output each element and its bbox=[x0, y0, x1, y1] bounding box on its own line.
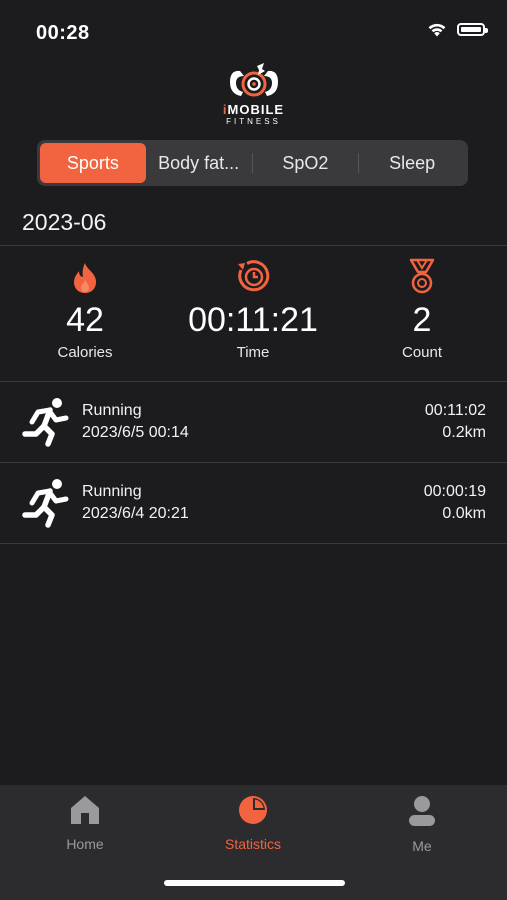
logo-text-fitness: FITNESS bbox=[226, 117, 281, 126]
activity-name: Running bbox=[82, 402, 142, 419]
home-indicator[interactable] bbox=[164, 880, 345, 886]
calories-value: 42 bbox=[66, 301, 104, 339]
month-label[interactable]: 2023-06 bbox=[22, 209, 106, 236]
category-segmented-control: Sports Body fat... SpO2 Sleep bbox=[37, 140, 468, 186]
status-time: 00:28 bbox=[36, 22, 90, 44]
time-value: 00:11:21 bbox=[188, 301, 318, 339]
activity-date: 2023/6/5 00:14 bbox=[82, 424, 189, 441]
time-label: Time bbox=[236, 344, 270, 361]
segment-body-fat[interactable]: Body fat... bbox=[146, 143, 252, 183]
activity-distance: 0.0km bbox=[442, 505, 486, 522]
medal-icon bbox=[409, 258, 435, 294]
activity-row[interactable]: Running 2023/6/5 00:14 00:11:02 0.2km bbox=[0, 382, 507, 463]
summary-stats: 42 Calories 00:11:21 Time 2 Count bbox=[0, 256, 507, 366]
segment-spo2[interactable]: SpO2 bbox=[253, 143, 359, 183]
stat-time: 00:11:21 Time bbox=[168, 256, 338, 361]
home-icon bbox=[71, 796, 99, 824]
app-logo: iMOBILE FITNESS bbox=[0, 62, 507, 127]
logo-text-mobile: MOBILE bbox=[227, 102, 285, 117]
flame-icon bbox=[74, 263, 96, 293]
count-label: Count bbox=[401, 344, 443, 361]
activity-row[interactable]: Running 2023/6/4 20:21 00:00:19 0.0km bbox=[0, 463, 507, 544]
stat-count: 2 Count bbox=[337, 256, 507, 361]
tab-statistics-label: Statistics bbox=[224, 836, 281, 852]
runner-icon bbox=[22, 398, 69, 447]
tab-home-label: Home bbox=[66, 836, 104, 852]
tab-me[interactable]: Me bbox=[362, 795, 482, 854]
activity-date: 2023/6/4 20:21 bbox=[82, 505, 189, 522]
calories-label: Calories bbox=[57, 344, 113, 361]
tab-home[interactable]: Home bbox=[25, 795, 145, 852]
activity-duration: 00:11:02 bbox=[424, 402, 486, 419]
activity-distance: 0.2km bbox=[442, 424, 486, 441]
pie-chart-icon bbox=[239, 796, 267, 824]
status-bar: 00:28 bbox=[0, 0, 507, 64]
activity-list: Running 2023/6/5 00:14 00:11:02 0.2km Ru… bbox=[0, 382, 507, 544]
logo-mark-icon bbox=[229, 63, 278, 97]
timer-icon bbox=[238, 260, 270, 292]
wifi-icon bbox=[428, 23, 446, 37]
activity-name: Running bbox=[82, 483, 142, 500]
runner-icon bbox=[22, 479, 69, 528]
divider bbox=[0, 245, 507, 246]
segment-sports[interactable]: Sports bbox=[40, 143, 146, 183]
tab-statistics[interactable]: Statistics bbox=[193, 795, 313, 852]
battery-icon bbox=[457, 23, 488, 36]
person-icon bbox=[409, 796, 435, 826]
tab-me-label: Me bbox=[412, 838, 432, 854]
status-icons bbox=[427, 22, 488, 37]
count-value: 2 bbox=[412, 301, 432, 339]
segment-sleep[interactable]: Sleep bbox=[359, 143, 465, 183]
stat-calories: 42 Calories bbox=[0, 256, 170, 361]
activity-duration: 00:00:19 bbox=[423, 483, 486, 500]
